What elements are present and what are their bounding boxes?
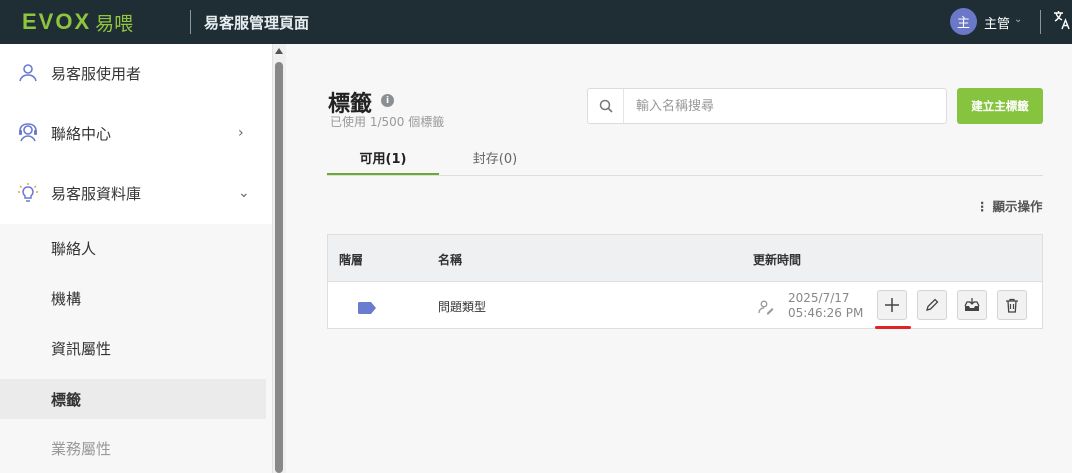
- sidebar-item-label: 聯絡中心: [51, 124, 112, 143]
- sidebar-item-label: 易客服資料庫: [51, 184, 142, 203]
- chevron-down-icon[interactable]: ⌄: [1014, 14, 1022, 25]
- sidebar-subitem-contacts[interactable]: 聯絡人: [0, 228, 266, 268]
- updated-time: 2025/7/17 05:46:26 PM: [788, 291, 863, 321]
- sidebar-subitem-label: 業務屬性: [51, 439, 112, 458]
- tags-table: 階層 名稱 更新時間 問題類型 2025/7/17 05:46:26 PM: [327, 234, 1043, 329]
- search-input[interactable]: [624, 89, 946, 123]
- updated-date: 2025/7/17: [788, 291, 850, 305]
- more-vertical-icon: ⋮: [976, 199, 989, 214]
- sidebar: 易客服使用者 聯絡中心 › 易客服資料庫 ⌄ 聯絡人 機構 資訊屬性 標籤 業務…: [0, 44, 272, 473]
- sidebar-subitem-tags[interactable]: 標籤: [0, 379, 266, 419]
- edit-tag-button[interactable]: [917, 290, 947, 320]
- user-name[interactable]: 主管: [984, 13, 1010, 32]
- table-row[interactable]: 問題類型 2025/7/17 05:46:26 PM: [328, 282, 1042, 328]
- sidebar-subitem-label: 聯絡人: [51, 239, 97, 258]
- search-icon: [588, 89, 624, 123]
- table-header: 階層 名稱 更新時間: [328, 235, 1042, 282]
- topbar-divider-2: [1040, 10, 1041, 34]
- translate-icon[interactable]: [1053, 10, 1071, 34]
- delete-tag-button[interactable]: [997, 290, 1027, 320]
- lightbulb-icon: [17, 182, 39, 204]
- tab-label: 封存(0): [472, 152, 518, 167]
- sidebar-submenu: 聯絡人 機構 資訊屬性 標籤 業務屬性: [0, 224, 272, 473]
- sidebar-subitem-organizations[interactable]: 機構: [0, 278, 266, 318]
- scrollbar-thumb[interactable]: [275, 62, 283, 473]
- avatar[interactable]: 主: [950, 8, 977, 35]
- top-bar: EVOX 易喂 易客服管理頁面 主 主管 ⌄: [0, 0, 1072, 44]
- sidebar-item-label: 易客服使用者: [51, 64, 142, 83]
- logo-text: EVOX: [22, 9, 92, 34]
- pencil-icon: [926, 298, 939, 311]
- sidebar-subitem-label: 資訊屬性: [51, 339, 112, 358]
- info-icon[interactable]: i: [381, 94, 394, 107]
- column-header-updated: 更新時間: [753, 253, 802, 267]
- search-box: [587, 88, 947, 124]
- sidebar-subitem-business-attributes[interactable]: 業務屬性: [0, 428, 266, 468]
- sidebar-item-users[interactable]: 易客服使用者: [0, 44, 272, 102]
- tab-label: 可用(1): [359, 152, 407, 167]
- tab-archived[interactable]: 封存(0): [439, 146, 551, 176]
- tabs-divider: [327, 175, 1043, 176]
- chevron-down-icon: ⌄: [238, 185, 250, 201]
- logo-cn-text: 易喂: [95, 12, 134, 35]
- archive-tag-button[interactable]: [957, 290, 987, 320]
- chevron-right-icon: ›: [238, 125, 244, 141]
- user-edit-icon: [758, 299, 774, 319]
- tag-usage-count: 已使用 1/500 個標籤: [330, 115, 445, 129]
- column-header-name: 名稱: [438, 253, 463, 267]
- tab-available[interactable]: 可用(1): [327, 146, 439, 176]
- topbar-divider: [190, 10, 191, 34]
- plus-icon: [885, 298, 899, 312]
- create-main-tag-button[interactable]: 建立主標籤: [957, 88, 1043, 124]
- trash-icon: [1006, 298, 1018, 313]
- app-title: 易客服管理頁面: [204, 14, 310, 32]
- evox-logo[interactable]: EVOX 易喂: [22, 8, 133, 36]
- sidebar-subitem-label: 標籤: [51, 390, 82, 409]
- archive-icon: [964, 298, 980, 311]
- sidebar-item-contact-center[interactable]: 聯絡中心 ›: [0, 104, 272, 162]
- updated-clock: 05:46:26 PM: [788, 306, 864, 320]
- show-actions-button[interactable]: ⋮ 顯示操作: [976, 196, 1043, 215]
- tag-name: 問題類型: [438, 300, 487, 314]
- highlight-underline: [875, 326, 911, 329]
- add-subtag-button[interactable]: [877, 290, 907, 320]
- user-icon: [17, 62, 39, 84]
- column-header-level: 階層: [339, 253, 364, 267]
- sidebar-subitem-label: 機構: [51, 289, 82, 308]
- sidebar-subitem-info-attributes[interactable]: 資訊屬性: [0, 328, 266, 368]
- tag-icon: [358, 299, 376, 318]
- contact-center-icon: [17, 122, 39, 144]
- scroll-up-arrow-icon[interactable]: [275, 48, 283, 54]
- show-actions-label: 顯示操作: [992, 199, 1043, 214]
- sidebar-item-knowledge-base[interactable]: 易客服資料庫 ⌄: [0, 164, 272, 222]
